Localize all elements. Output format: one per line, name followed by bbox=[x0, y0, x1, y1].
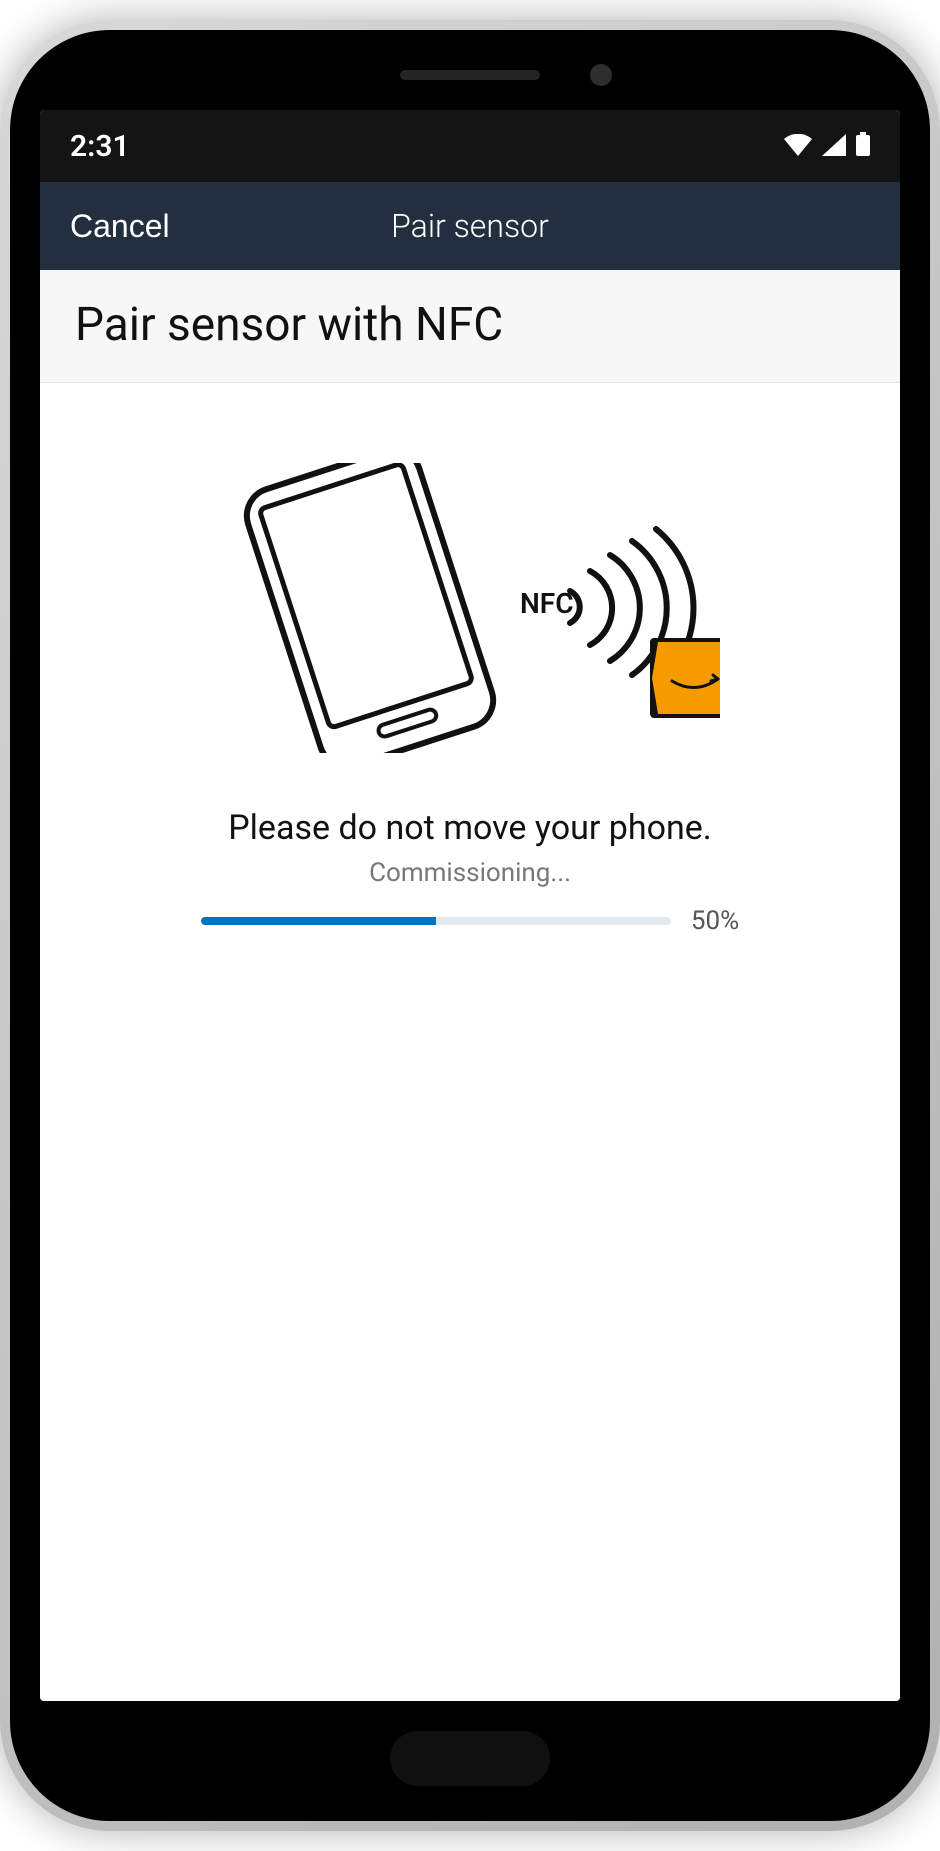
status-indicators bbox=[784, 129, 870, 164]
sensor-icon bbox=[650, 638, 720, 718]
cancel-button[interactable]: Cancel bbox=[70, 208, 170, 245]
commissioning-status: Commissioning... bbox=[369, 858, 571, 888]
phone-device-body: 2:31 Cancel Pair sensor bbox=[10, 30, 930, 1821]
wifi-icon bbox=[784, 129, 812, 164]
cellular-icon bbox=[822, 129, 846, 164]
battery-icon bbox=[856, 129, 870, 164]
status-time: 2:31 bbox=[70, 129, 130, 164]
phone-home-button[interactable] bbox=[390, 1731, 550, 1786]
nfc-pairing-illustration: NFC bbox=[220, 463, 720, 753]
page-title-bar: Pair sensor with NFC bbox=[40, 270, 900, 383]
progress-row: 50% bbox=[201, 906, 739, 936]
app-header: Cancel Pair sensor bbox=[40, 182, 900, 270]
nfc-label: NFC bbox=[520, 587, 574, 620]
header-title: Pair sensor bbox=[391, 207, 549, 245]
status-bar: 2:31 bbox=[40, 110, 900, 182]
phone-speaker bbox=[400, 70, 540, 80]
page-title: Pair sensor with NFC bbox=[75, 298, 865, 352]
phone-front-camera bbox=[590, 64, 612, 86]
instruction-text: Please do not move your phone. bbox=[228, 808, 712, 848]
phone-device-frame: 2:31 Cancel Pair sensor bbox=[0, 20, 940, 1831]
progress-fill bbox=[201, 917, 436, 925]
progress-percent-label: 50% bbox=[691, 906, 739, 936]
progress-bar bbox=[201, 917, 671, 925]
content-area: NFC bbox=[40, 383, 900, 1701]
screen: 2:31 Cancel Pair sensor bbox=[40, 110, 900, 1701]
